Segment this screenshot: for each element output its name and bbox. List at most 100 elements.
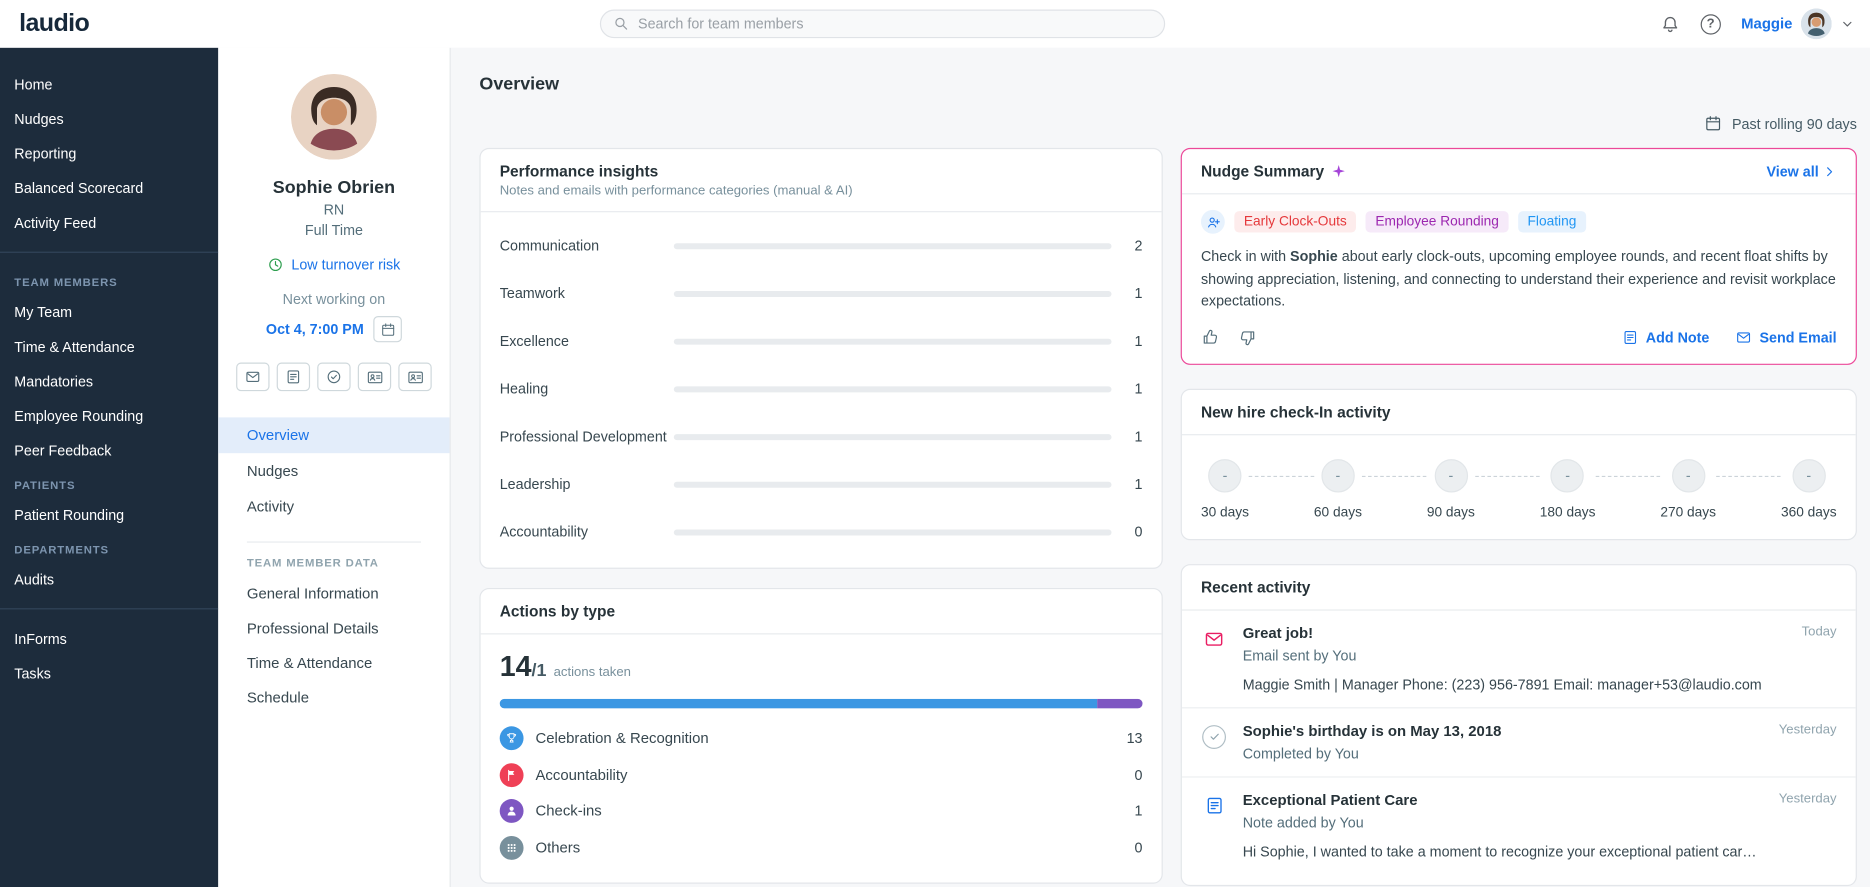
bar-track (673, 528, 1112, 535)
topbar: laudio ? Maggie (0, 0, 1870, 48)
activity-item-email[interactable]: Great job! Email sent by You Maggie Smit… (1181, 610, 1856, 709)
thumbs-down-button[interactable] (1238, 328, 1257, 347)
tab-nudges[interactable]: Nudges (218, 453, 449, 489)
actions-count: 14 /1 actions taken (500, 651, 1143, 684)
sidebar-item-audits[interactable]: Audits (0, 562, 218, 597)
sidebar-item-home[interactable]: Home (0, 67, 218, 102)
profile-quick-actions (218, 362, 449, 392)
action-type-row: Celebration & Recognition 13 (499, 720, 1143, 756)
sidebar-item-time-attendance[interactable]: Time & Attendance (0, 329, 218, 364)
bar-track (673, 385, 1112, 392)
sidebar-item-my-team[interactable]: My Team (0, 295, 218, 330)
activity-time: Yesterday (1778, 791, 1837, 806)
next-working-row: Oct 4, 7:00 PM (218, 316, 449, 343)
milestone-label: 360 days (1780, 505, 1837, 520)
left-column: Performance insights Notes and emails wi… (479, 147, 1163, 884)
link-schedule[interactable]: Schedule (218, 680, 449, 715)
sidebar-item-employee-rounding[interactable]: Employee Rounding (0, 398, 218, 433)
search-bar[interactable] (599, 9, 1166, 39)
tag-employee-rounding: Employee Rounding (1365, 211, 1509, 233)
sidebar-item-balanced-scorecard[interactable]: Balanced Scorecard (0, 171, 218, 206)
date-range-filter[interactable]: Past rolling 90 days (479, 114, 1857, 132)
thumbs-down-icon (1238, 328, 1257, 347)
action-note-button[interactable] (276, 362, 311, 392)
user-menu[interactable]: Maggie (1741, 8, 1854, 39)
tag-early-clock-outs: Early Clock-Outs (1234, 211, 1357, 233)
link-professional-details[interactable]: Professional Details (218, 611, 449, 646)
sidebar-item-reporting[interactable]: Reporting (0, 136, 218, 171)
link-time-attendance[interactable]: Time & Attendance (218, 645, 449, 680)
schedule-calendar-button[interactable] (373, 316, 402, 343)
milestone-90-days: - 90 days (1426, 458, 1475, 520)
id-card-icon (366, 368, 384, 386)
envelope-icon (244, 369, 261, 386)
next-working-time[interactable]: Oct 4, 7:00 PM (266, 321, 364, 338)
nudge-tags: Early Clock-Outs Employee Rounding Float… (1182, 194, 1856, 234)
performance-row: Professional Development 1 (500, 413, 1143, 461)
milestone-value: - (1434, 458, 1468, 493)
sidebar-item-mandatories[interactable]: Mandatories (0, 364, 218, 399)
sidebar-divider (0, 608, 219, 610)
add-note-label: Add Note (1645, 328, 1710, 346)
link-general-information[interactable]: General Information (218, 576, 449, 611)
sidebar-divider (0, 251, 219, 253)
sidebar-item-tasks[interactable]: Tasks (0, 656, 218, 691)
action-email-button[interactable] (236, 362, 270, 392)
search-input[interactable] (638, 15, 1153, 33)
chevron-right-icon (1822, 164, 1836, 178)
action-type-value: 0 (1134, 766, 1143, 784)
help-button[interactable]: ? (1700, 13, 1721, 34)
sidebar-item-activity-feed[interactable]: Activity Feed (0, 205, 218, 240)
performance-category: Excellence (499, 332, 569, 350)
milestone-value: - (1208, 458, 1242, 493)
sidebar-item-peer-feedback[interactable]: Peer Feedback (0, 433, 218, 468)
calendar-icon (1705, 114, 1723, 132)
activity-title: Great job! (1242, 624, 1314, 642)
activity-item-note[interactable]: Exceptional Patient Care Note added by Y… (1182, 777, 1856, 874)
topbar-right: ? Maggie (1660, 8, 1870, 39)
activity-time: Yesterday (1778, 722, 1837, 737)
tab-activity[interactable]: Activity (218, 489, 449, 525)
tag-floating: Floating (1518, 211, 1586, 233)
action-badge-button[interactable] (357, 362, 392, 392)
thumbs-up-button[interactable] (1201, 328, 1220, 347)
action-type-label: Others (535, 839, 581, 856)
nudge-category-icon (1200, 209, 1225, 234)
action-type-row: Accountability 0 (499, 757, 1143, 793)
bar-track (673, 290, 1112, 297)
thumbs-up-icon (1201, 328, 1220, 347)
action-checkin-button[interactable] (317, 362, 351, 392)
action-type-label: Accountability (535, 766, 628, 784)
milestone-label: 90 days (1426, 505, 1475, 520)
profile-panel: Sophie Obrien RN Full Time Low turnover … (218, 47, 451, 887)
main-content: Overview Past rolling 90 days Performanc… (450, 47, 1870, 887)
action-type-value: 1 (1134, 802, 1143, 820)
activity-title: Exceptional Patient Care (1242, 791, 1418, 809)
send-email-button[interactable]: Send Email (1736, 329, 1837, 346)
bar-track (673, 338, 1112, 345)
new-hire-header: New hire check-In activity (1181, 390, 1856, 436)
performance-value: 2 (1134, 237, 1143, 255)
stacked-segment (499, 698, 1097, 709)
notifications-button[interactable] (1660, 14, 1680, 34)
note-icon (1201, 793, 1227, 819)
note-icon (285, 369, 302, 386)
actions-by-type-card: Actions by type 14 /1 actions taken Cele… (479, 587, 1163, 884)
milestone-label: 30 days (1200, 505, 1249, 520)
view-all-link[interactable]: View all (1766, 163, 1836, 179)
sidebar-item-patient-rounding[interactable]: Patient Rounding (0, 497, 218, 532)
performance-value: 1 (1134, 475, 1143, 493)
laudio-logo[interactable]: laudio (0, 10, 90, 39)
tab-overview[interactable]: Overview (218, 417, 450, 454)
timeline-connector (1595, 475, 1661, 477)
sidebar-header-team-members: TEAM MEMBERS (14, 276, 118, 290)
chevron-down-icon (1840, 17, 1854, 31)
milestone-360-days: - 360 days (1780, 458, 1837, 520)
activity-item-birthday[interactable]: Sophie's birthday is on May 13, 2018 Com… (1181, 708, 1856, 778)
profile-name: Sophie Obrien (272, 177, 396, 198)
sidebar-item-nudges[interactable]: Nudges (0, 101, 218, 136)
action-feedback-button[interactable] (398, 362, 432, 392)
turnover-risk-badge[interactable]: Low turnover risk (218, 256, 449, 273)
add-note-button[interactable]: Add Note (1622, 329, 1709, 346)
sidebar-item-informs[interactable]: InForms (0, 621, 218, 656)
